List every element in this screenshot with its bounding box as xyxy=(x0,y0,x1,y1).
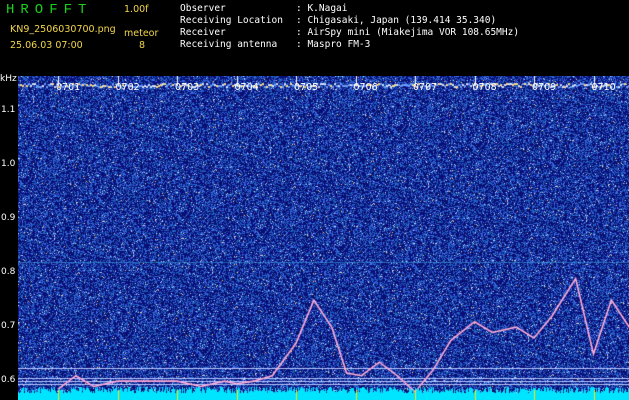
antenna-label: Receiving antenna xyxy=(180,39,278,50)
x-tick-label: 0703 xyxy=(175,82,200,93)
app-title: HROFFT xyxy=(6,2,93,18)
x-tick-label: 0706 xyxy=(353,82,378,93)
x-tick-label: 0704 xyxy=(234,82,259,93)
header: HROFFT 1.00f KN9_2506030700.png meteor 2… xyxy=(0,0,629,76)
x-tick-label: 0709 xyxy=(532,82,557,93)
datetime: 25.06.03 07:00 xyxy=(10,40,83,51)
location-value: : Chigasaki, Japan (139.414 35.340) xyxy=(296,15,497,26)
y-axis-unit: kHz xyxy=(0,74,17,84)
y-tick-label: 1.1 xyxy=(1,105,16,116)
spectrogram-plot xyxy=(18,76,629,400)
meteor-count: 8 xyxy=(139,40,146,51)
receiver-label: Receiver xyxy=(180,27,226,38)
y-tick-label: 0.7 xyxy=(1,321,16,332)
y-tick-label: 1.0 xyxy=(1,159,16,170)
y-tick-label: 0.6 xyxy=(1,375,16,386)
location-label: Receiving Location xyxy=(180,15,283,26)
x-tick-label: 0705 xyxy=(294,82,319,93)
y-axis xyxy=(0,76,18,400)
x-tick-label: 0710 xyxy=(591,82,616,93)
x-tick-label: 0707 xyxy=(413,82,438,93)
x-tick-label: 0708 xyxy=(472,82,497,93)
x-tick-label: 0702 xyxy=(115,82,140,93)
filename: KN9_2506030700.png xyxy=(10,24,116,35)
antenna-value: : Maspro FM-3 xyxy=(296,39,371,50)
version: 1.00f xyxy=(124,4,149,15)
meteor-label: meteor xyxy=(124,28,159,39)
y-tick-label: 0.8 xyxy=(1,267,16,278)
x-tick-label: 0701 xyxy=(56,82,81,93)
y-tick-label: 0.9 xyxy=(1,213,16,224)
observer-value: : K.Nagai xyxy=(296,3,348,14)
observer-label: Observer xyxy=(180,3,226,14)
receiver-value: : AirSpy mini (Miakejima VOR 108.65MHz) xyxy=(296,27,520,38)
spectrogram-canvas xyxy=(18,76,629,400)
